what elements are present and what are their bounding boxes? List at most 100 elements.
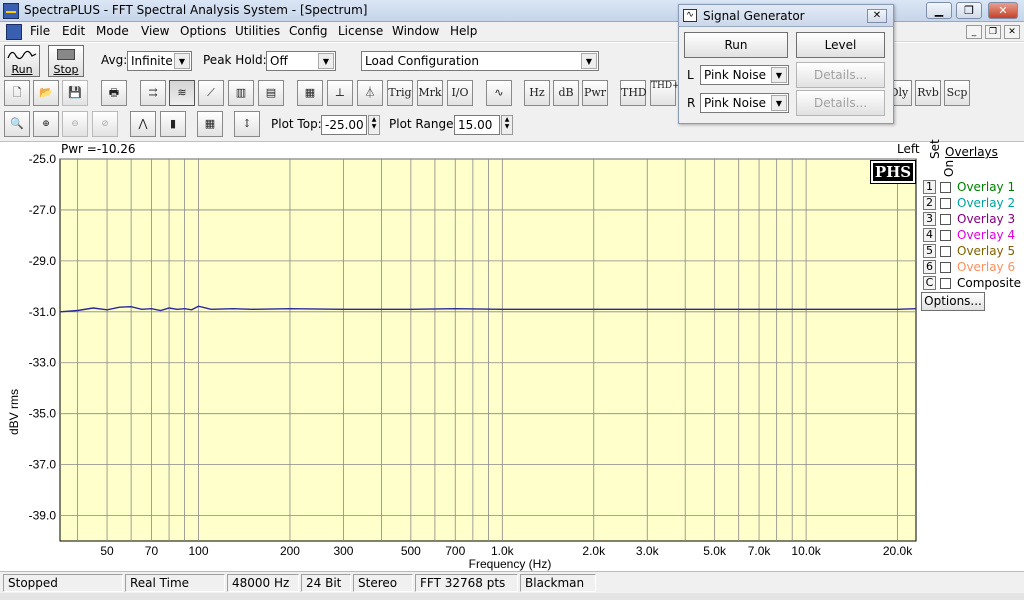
bar-graph-button[interactable]: ▮: [160, 111, 186, 137]
sine-wave-icon: ∿: [494, 86, 504, 99]
spectrogram-icon: ▥: [235, 86, 247, 99]
stop-button[interactable]: Stop: [48, 45, 84, 77]
menu-config[interactable]: Config: [289, 24, 328, 38]
menu-window[interactable]: Window: [392, 24, 439, 38]
print-button[interactable]: 🖶: [101, 80, 127, 106]
options-button[interactable]: Options...: [921, 292, 985, 311]
spectrogram-button[interactable]: ▥: [228, 80, 254, 106]
overlay-set-button[interactable]: 3: [923, 212, 936, 226]
signal-generator-run-button[interactable]: Run: [684, 32, 788, 58]
x-tick-label: 300: [333, 544, 353, 558]
overlay-set-button[interactable]: 5: [923, 244, 936, 258]
menu-view[interactable]: View: [141, 24, 169, 38]
zoom-button[interactable]: 🔍: [4, 111, 30, 137]
db-button[interactable]: dB: [553, 80, 579, 106]
ruler-icon: ⊥: [334, 86, 346, 99]
maximize-button[interactable]: ❐: [956, 2, 982, 19]
plot-top-input[interactable]: -25.00: [321, 115, 367, 135]
layout-button[interactable]: ▦: [297, 80, 323, 106]
menu-edit[interactable]: Edit: [62, 24, 85, 38]
zoom-in-2x-button[interactable]: ⊕: [33, 111, 59, 137]
overlay-checkbox[interactable]: [940, 230, 951, 241]
overlay-set-button[interactable]: C: [923, 276, 936, 290]
overlay-set-button[interactable]: 4: [923, 228, 936, 242]
minimize-button[interactable]: ▁: [926, 2, 952, 19]
menu-utilities[interactable]: Utilities: [235, 24, 280, 38]
overlay-set-button[interactable]: 6: [923, 260, 936, 274]
reverb-button[interactable]: Rvb: [915, 80, 941, 106]
x-tick-label: 2.0k: [582, 544, 606, 558]
on-column-label: On: [942, 159, 956, 177]
peak-button[interactable]: ⋀: [130, 111, 156, 137]
spectrum-chart[interactable]: -25.0 -27.0 -29.0 -31.0 -33.0 -35.0 -37.0 -39.0…: [0, 142, 918, 572]
signal-generator-close-button[interactable]: ✕: [867, 9, 887, 23]
mdi-restore-button[interactable]: ❐: [985, 25, 1001, 39]
magnifier-icon: 🔍: [10, 117, 24, 130]
scope-button[interactable]: Scp: [944, 80, 970, 106]
right-signal-select[interactable]: Pink Noise ▼: [700, 93, 789, 113]
3d-surface-button[interactable]: ▤: [258, 80, 284, 106]
autoscale-button[interactable]: ↕: [234, 111, 260, 137]
generator-button[interactable]: ∿: [486, 80, 512, 106]
app-icon[interactable]: [3, 3, 19, 19]
panel-layout-button[interactable]: ▦: [197, 111, 223, 137]
close-button[interactable]: ✕: [988, 2, 1018, 19]
overlay-set-button[interactable]: 1: [923, 180, 936, 194]
menu-file[interactable]: File: [30, 24, 50, 38]
power-button[interactable]: Pwr: [582, 80, 608, 106]
plot-top-stepper[interactable]: ▲ ▼: [368, 115, 380, 135]
overlay-checkbox[interactable]: [940, 278, 951, 289]
mdi-close-button[interactable]: ✕: [1004, 25, 1020, 39]
trigger-button[interactable]: Trig: [387, 80, 413, 106]
spectrum-mode-button[interactable]: ≋: [169, 80, 195, 106]
io-button[interactable]: I/O: [447, 80, 473, 106]
overlay-checkbox[interactable]: [940, 246, 951, 257]
left-details-button[interactable]: Details...: [796, 62, 885, 88]
peak-hold-select[interactable]: Off ▼: [266, 51, 336, 71]
new-file-button[interactable]: 🗋: [4, 80, 30, 106]
overlay-set-button[interactable]: 2: [923, 196, 936, 210]
y-tick-label: -35.0: [29, 407, 57, 421]
status-bar: Stopped Real Time 48000 Hz 24 Bit Stereo…: [0, 571, 1024, 593]
set-column-label: Set: [928, 139, 942, 159]
menu-license[interactable]: License: [338, 24, 383, 38]
plot-range-stepper[interactable]: ▲ ▼: [501, 115, 513, 135]
plot-range-input[interactable]: 15.00: [454, 115, 500, 135]
overlay-row: 1 Overlay 1: [920, 180, 1024, 196]
zoom-full-button[interactable]: ⊘: [92, 111, 118, 137]
time-series-button[interactable]: ⟋: [198, 80, 224, 106]
scale-button[interactable]: ⊥: [327, 80, 353, 106]
thd-n-button[interactable]: THD+N: [650, 80, 687, 106]
forward-button[interactable]: ⇉: [140, 80, 166, 106]
signal-generator-title-bar[interactable]: ∿ Signal Generator ✕: [679, 5, 893, 27]
menu-help[interactable]: Help: [450, 24, 477, 38]
surface-icon: ▤: [265, 86, 277, 99]
hz-button[interactable]: Hz: [524, 80, 550, 106]
save-button[interactable]: 💾: [62, 80, 88, 106]
menu-options[interactable]: Options: [180, 24, 226, 38]
cursor-icon: ⏃: [364, 86, 376, 99]
signal-generator-title: Signal Generator: [703, 9, 805, 23]
configuration-select[interactable]: Load Configuration ▼: [361, 51, 599, 71]
zoom-out-2x-button[interactable]: ⊖: [62, 111, 88, 137]
overlay-checkbox[interactable]: [940, 182, 951, 193]
peak-icon: ⋀: [138, 117, 148, 130]
marker-button[interactable]: Mrk: [417, 80, 443, 106]
right-details-button[interactable]: Details...: [796, 90, 885, 116]
cursor-button[interactable]: ⏃: [357, 80, 383, 106]
open-file-button[interactable]: 📂: [33, 80, 59, 106]
overlay-checkbox[interactable]: [940, 198, 951, 209]
menu-mode[interactable]: Mode: [96, 24, 129, 38]
spectrum-plot[interactable]: -25.0 -27.0 -29.0 -31.0 -33.0 -35.0 -37.0 -39.0…: [0, 141, 1024, 571]
thd-button[interactable]: THD: [620, 80, 647, 106]
left-signal-select[interactable]: Pink Noise ▼: [700, 65, 789, 85]
mdi-minimize-button[interactable]: _: [966, 25, 982, 39]
signal-generator-level-button[interactable]: Level: [796, 32, 885, 58]
avg-select[interactable]: Infinite ▼: [127, 51, 192, 71]
run-button[interactable]: Run: [4, 45, 40, 77]
overlays-header[interactable]: Overlays: [945, 145, 998, 159]
document-icon[interactable]: [6, 24, 22, 40]
status-channels: Stereo: [353, 574, 413, 592]
overlay-checkbox[interactable]: [940, 214, 951, 225]
overlay-checkbox[interactable]: [940, 262, 951, 273]
